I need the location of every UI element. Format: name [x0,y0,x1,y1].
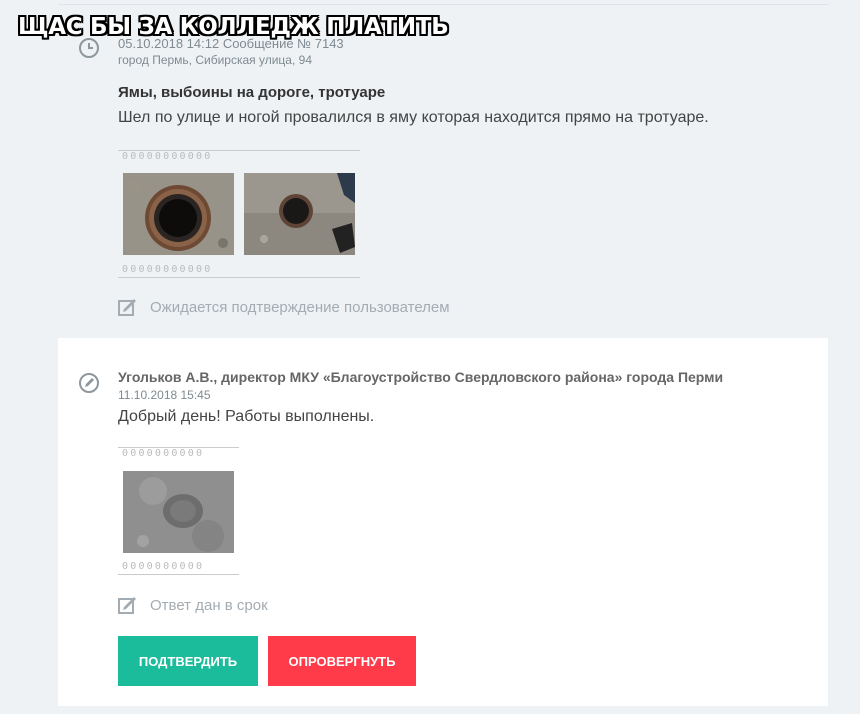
report-photo-strip: 00000000000 00000000000 [118,150,360,278]
reply-author: Угольков А.В., директор МКУ «Благоустрой… [118,369,724,385]
report-message: 05.10.2018 14:12 Сообщение № 7143 город … [58,30,828,330]
report-photo-2[interactable] [244,173,355,255]
edit-status-icon [118,299,136,316]
pencil-circle-icon [79,373,99,393]
divider [58,4,828,5]
reply-status-text: Ответ дан в срок [150,596,268,614]
report-title: Ямы, выбоины на дороге, тротуаре [118,84,386,101]
film-marks-bottom: 00000000000 [118,264,360,278]
meme-caption: ЩАС БЫ ЗА КОЛЛЕДЖ ПЛАТИТЬ [18,14,449,40]
report-address-link[interactable]: город Пермь, Сибирская улица, 94 [118,53,312,67]
edit-status-icon [118,597,136,614]
reply-photo-1[interactable] [123,471,234,553]
film-marks-bottom: 0000000000 [118,561,239,575]
confirm-button[interactable]: ПОДТВЕРДИТЬ [118,636,258,686]
reply-datetime: 11.10.2018 15:45 [118,388,211,402]
report-photo-1[interactable] [123,173,234,255]
report-status: Ожидается подтверждение пользователем [118,297,450,317]
film-marks-top: 0000000000 [118,447,239,461]
clock-icon [79,38,99,58]
report-status-text: Ожидается подтверждение пользователем [150,298,450,316]
reply-text: Добрый день! Работы выполнены. [118,408,375,425]
film-marks-top: 00000000000 [118,150,360,164]
refute-button[interactable]: ОПРОВЕРГНУТЬ [268,636,416,686]
reply-photo-strip: 0000000000 0000000000 [118,447,239,575]
report-text: Шел по улице и ногой провалился в яму ко… [118,109,709,126]
reply-card: Угольков А.В., директор МКУ «Благоустрой… [58,338,828,706]
reply-status: Ответ дан в срок [118,595,268,615]
